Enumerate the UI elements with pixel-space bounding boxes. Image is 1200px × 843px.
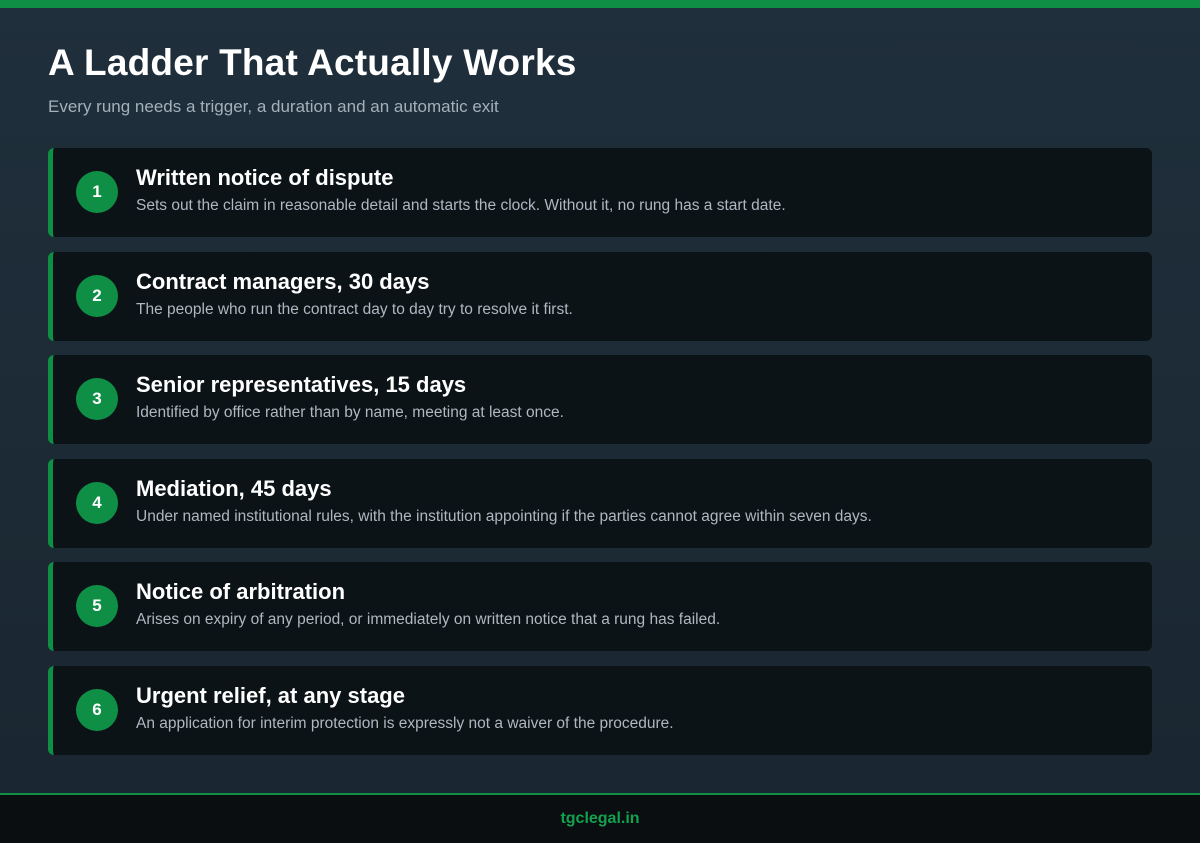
step-card: 5 Notice of arbitration Arises on expiry…	[48, 562, 1152, 651]
step-number-badge: 5	[76, 585, 118, 627]
step-description: Identified by office rather than by name…	[136, 404, 564, 421]
step-number-badge: 6	[76, 688, 118, 731]
step-description: Sets out the claim in reasonable detail …	[136, 197, 786, 214]
step-title: Notice of arbitration	[136, 579, 346, 604]
step-title: Mediation, 45 days	[136, 475, 332, 501]
footer-site-link[interactable]: tgclegal.in	[560, 810, 639, 828]
step-description: The people who run the contract day to d…	[136, 300, 573, 318]
footer: tgclegal.in	[0, 793, 1200, 843]
step-description: An application for interim protection is…	[136, 714, 674, 732]
step-card: 6 Urgent relief, at any stage An applica…	[48, 665, 1152, 755]
step-card: 4 Mediation, 45 days Under named institu…	[48, 458, 1152, 548]
step-description: Arises on expiry of any period, or immed…	[136, 611, 721, 628]
step-title: Urgent relief, at any stage	[136, 682, 405, 708]
step-number-badge: 1	[76, 171, 118, 213]
step-number-badge: 2	[76, 274, 118, 317]
step-card: 2 Contract managers, 30 days The people …	[48, 251, 1152, 341]
page-title: A Ladder That Actually Works	[48, 42, 577, 83]
step-title: Contract managers, 30 days	[136, 268, 430, 294]
step-card: 3 Senior representatives, 15 days Identi…	[48, 355, 1152, 444]
step-number-badge: 3	[76, 378, 118, 420]
page-subtitle: Every rung needs a trigger, a duration a…	[48, 97, 499, 116]
step-title: Senior representatives, 15 days	[136, 372, 467, 397]
step-card: 1 Written notice of dispute Sets out the…	[48, 148, 1152, 237]
step-title: Written notice of dispute	[136, 165, 394, 190]
ladder-steps: 1 Written notice of dispute Sets out the…	[48, 148, 1152, 769]
step-description: Under named institutional rules, with th…	[136, 507, 872, 525]
top-accent-bar	[0, 0, 1200, 8]
step-number-badge: 4	[76, 481, 118, 524]
